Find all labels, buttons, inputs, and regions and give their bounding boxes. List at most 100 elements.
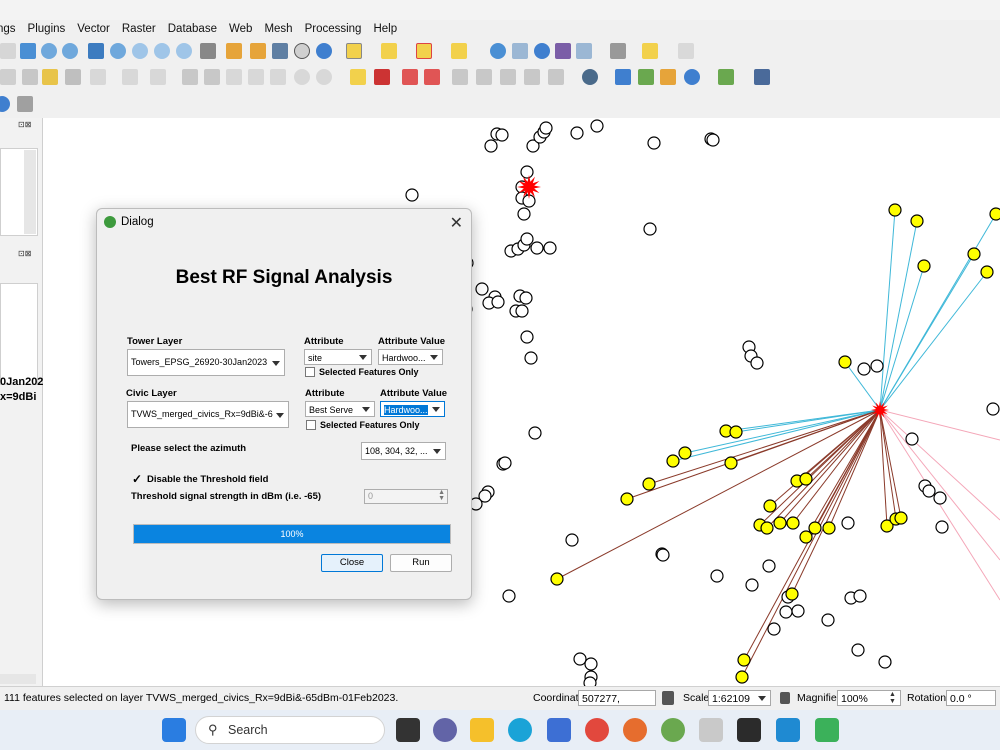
menu-vector[interactable]: Vector (77, 23, 110, 35)
tower-layer-select[interactable]: Towers_EPSG_26920-30Jan2023 (127, 349, 285, 376)
civic-point[interactable] (405, 188, 419, 202)
civic-point[interactable] (475, 282, 489, 296)
panel-float-close-buttons[interactable]: ⊡⊠ (18, 120, 36, 130)
zoom-full-icon[interactable] (88, 43, 104, 59)
trash-icon[interactable] (204, 69, 220, 85)
selected-civic-point[interactable] (910, 214, 924, 228)
run-button[interactable]: Run (390, 554, 452, 572)
app-d-icon[interactable] (815, 718, 839, 742)
civic-point[interactable] (520, 232, 534, 246)
civic-point[interactable] (779, 605, 793, 619)
civic-point[interactable] (745, 578, 759, 592)
selected-civic-point[interactable] (822, 521, 836, 535)
civic-point[interactable] (495, 128, 509, 142)
label-diagram-icon[interactable] (548, 69, 564, 85)
label-pin-icon[interactable] (374, 69, 390, 85)
menu-web[interactable]: Web (229, 23, 252, 35)
modify-attributes-icon[interactable] (150, 69, 166, 85)
coordinate-field[interactable]: 507277, 5059605 (578, 690, 656, 721)
selected-civic-point[interactable] (735, 670, 749, 684)
selected-civic-point[interactable] (737, 653, 751, 667)
label-rotate-icon[interactable] (476, 69, 492, 85)
selected-civic-point[interactable] (786, 516, 800, 530)
identify-icon[interactable] (490, 43, 506, 59)
civic-point[interactable] (524, 351, 538, 365)
civic-point[interactable] (565, 533, 579, 547)
menu-plugins[interactable]: Plugins (28, 23, 66, 35)
panel2-float-close-buttons[interactable]: ⊡⊠ (18, 249, 36, 259)
firefox-icon[interactable] (623, 718, 647, 742)
civic-point[interactable] (520, 165, 534, 179)
civic-point[interactable] (857, 362, 871, 376)
selected-civic-point[interactable] (620, 492, 634, 506)
scale-field[interactable]: 1:62109 (708, 690, 771, 706)
selected-civic-point[interactable] (917, 259, 931, 273)
azimuth-select[interactable]: 108, 304, 32, ... (361, 442, 446, 460)
civic-point[interactable] (643, 222, 657, 236)
copy-features-icon[interactable] (248, 69, 264, 85)
civic-point[interactable] (706, 133, 720, 147)
civic-point[interactable] (656, 548, 670, 562)
civic-point[interactable] (935, 520, 949, 534)
windows-start-icon[interactable] (162, 718, 186, 742)
toggle-editing-icon[interactable] (22, 69, 38, 85)
rotation-field[interactable]: 0.0 ° (946, 690, 996, 706)
civic-point[interactable] (853, 589, 867, 603)
globe-icon[interactable] (582, 69, 598, 85)
close-icon[interactable]: ✕ (450, 213, 463, 233)
label-change-icon[interactable] (500, 69, 516, 85)
menu-raster[interactable]: Raster (122, 23, 156, 35)
selected-civic-point[interactable] (838, 355, 852, 369)
plugin-leaf2-icon[interactable] (718, 69, 734, 85)
selected-civic-point[interactable] (763, 499, 777, 513)
undo-icon[interactable] (294, 69, 310, 85)
plugin-tool-icon[interactable] (660, 69, 676, 85)
civic-attribute-value-select[interactable]: Hardwoo... (380, 401, 445, 417)
current-edits-icon[interactable] (0, 69, 16, 85)
label-show-hide-icon[interactable] (424, 69, 440, 85)
file-explorer-icon[interactable] (470, 718, 494, 742)
civic-point[interactable] (517, 207, 531, 221)
selected-civic-point[interactable] (980, 265, 994, 279)
civic-point[interactable] (584, 657, 598, 671)
civic-layer-select[interactable]: TVWS_merged_civics_Rx=9dBi&-6 (127, 401, 289, 428)
microsoft-store-icon[interactable] (547, 718, 571, 742)
open-table-icon[interactable] (576, 43, 592, 59)
selected-civic-point[interactable] (799, 530, 813, 544)
task-view-icon[interactable] (396, 718, 420, 742)
temporal-controller-icon[interactable] (294, 43, 310, 59)
civic-point[interactable] (528, 426, 542, 440)
civic-point[interactable] (791, 604, 805, 618)
civic-point[interactable] (750, 356, 764, 370)
paste-features-icon[interactable] (270, 69, 286, 85)
annotation-icon[interactable] (678, 43, 694, 59)
teams-chat-icon[interactable] (433, 718, 457, 742)
civic-point[interactable] (590, 119, 604, 133)
settings-gear-icon[interactable] (534, 43, 550, 59)
selected-civic-point[interactable] (773, 516, 787, 530)
zoom-out-icon[interactable] (62, 43, 78, 59)
selected-civic-point[interactable] (894, 511, 908, 525)
digitize-line-icon[interactable] (90, 69, 106, 85)
civic-point[interactable] (710, 569, 724, 583)
civic-point[interactable] (491, 295, 505, 309)
refresh-icon[interactable] (316, 43, 332, 59)
menu-processing[interactable]: Processing (305, 23, 362, 35)
select-location-icon[interactable] (451, 43, 467, 59)
civic-point[interactable] (484, 139, 498, 153)
civic-point[interactable] (762, 559, 776, 573)
qgis-icon[interactable] (661, 718, 685, 742)
selected-civic-point[interactable] (785, 587, 799, 601)
selected-civic-point[interactable] (808, 521, 822, 535)
civic-point[interactable] (841, 516, 855, 530)
new-3d-view-icon[interactable] (226, 43, 242, 59)
search-box[interactable]: ⚲ Search (195, 716, 385, 744)
zoom-last-icon[interactable] (176, 43, 192, 59)
selected-civic-point[interactable] (888, 203, 902, 217)
pan-icon[interactable] (0, 43, 16, 59)
tower-attribute-select[interactable]: site (304, 349, 372, 365)
menu-help[interactable]: Help (373, 23, 397, 35)
chrome-icon[interactable] (585, 718, 609, 742)
civic-point[interactable] (878, 655, 892, 669)
civic-point[interactable] (647, 136, 661, 150)
